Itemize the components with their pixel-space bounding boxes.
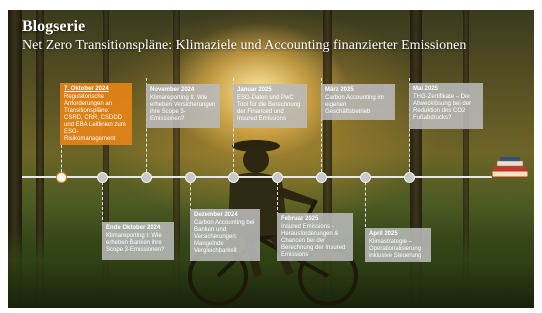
timeline-connector <box>102 177 104 225</box>
event-card[interactable]: Ende Oktober 2024 Klimareporting I: Wie … <box>102 222 174 260</box>
timeline-milestone[interactable] <box>228 172 239 183</box>
event-card[interactable]: Januar 2025 ESG-Daten und PwC Tool für d… <box>233 84 307 128</box>
series-title: Blogserie <box>22 18 86 35</box>
event-date: Januar 2025 <box>237 87 272 93</box>
event-card[interactable]: Mai 2025 THG-Zertifikate – Die Allwecklö… <box>409 83 483 129</box>
timeline-connector <box>365 177 367 227</box>
timeline-milestone[interactable] <box>56 172 67 183</box>
series-subtitle: Net Zero Transitionspläne: Klimaziele un… <box>22 38 467 53</box>
timeline-milestone[interactable] <box>97 172 108 183</box>
event-text: Klimareporting I: Wie erheben Banken ihr… <box>106 233 165 253</box>
event-text: Klimareporting II: Wie erheben Versicher… <box>150 95 216 122</box>
event-date: Mai 2025 <box>413 86 439 92</box>
timeline-milestone[interactable] <box>316 172 327 183</box>
event-date: November 2024 <box>150 87 195 93</box>
blog-series-banner <box>8 10 534 308</box>
event-date: Dezember 2024 <box>194 212 238 218</box>
event-card[interactable]: März 2025 Carbon Accounting im eigenen G… <box>321 84 395 120</box>
event-card[interactable]: Februar 2025 Insured Emissions - Herausf… <box>277 213 353 261</box>
event-date: 7. Oktober 2024 <box>64 86 109 92</box>
event-card[interactable]: Dezember 2024 Carbon Accounting bei Bank… <box>190 209 260 261</box>
timeline-milestone[interactable] <box>141 172 152 183</box>
event-text: THG-Zertifikate – Die Allwecklösung bei … <box>413 94 472 121</box>
event-date: März 2025 <box>325 87 354 93</box>
event-card[interactable]: November 2024 Klimareporting II: Wie erh… <box>146 84 220 128</box>
timeline-milestone[interactable] <box>185 172 196 183</box>
event-date: April 2025 <box>369 231 398 237</box>
event-date: Februar 2025 <box>281 216 319 222</box>
event-text: Carbon Accounting im eigenen Geschäftsbe… <box>325 95 384 115</box>
event-text: Klimastrategie – Operationalisierung ink… <box>369 239 422 259</box>
timeline-milestone[interactable] <box>272 172 283 183</box>
timeline-line <box>22 176 492 178</box>
timeline-milestone[interactable] <box>360 172 371 183</box>
event-text: Insured Emissions - Herausforderungen & … <box>281 224 346 258</box>
event-card[interactable]: 7. Oktober 2024 Regulatorische Anforderu… <box>60 83 132 145</box>
event-text: Regulatorische Anforderungen an Transiti… <box>64 94 126 142</box>
stack-of-books-icon <box>491 157 529 178</box>
event-date: Ende Oktober 2024 <box>106 225 161 231</box>
event-card[interactable]: April 2025 Klimastrategie – Operationali… <box>365 228 431 262</box>
event-text: ESG-Daten und PwC Tool für die Berechnun… <box>237 95 301 122</box>
event-text: Carbon Accounting bei Banken und Versich… <box>194 220 255 254</box>
timeline-milestone[interactable] <box>404 172 415 183</box>
